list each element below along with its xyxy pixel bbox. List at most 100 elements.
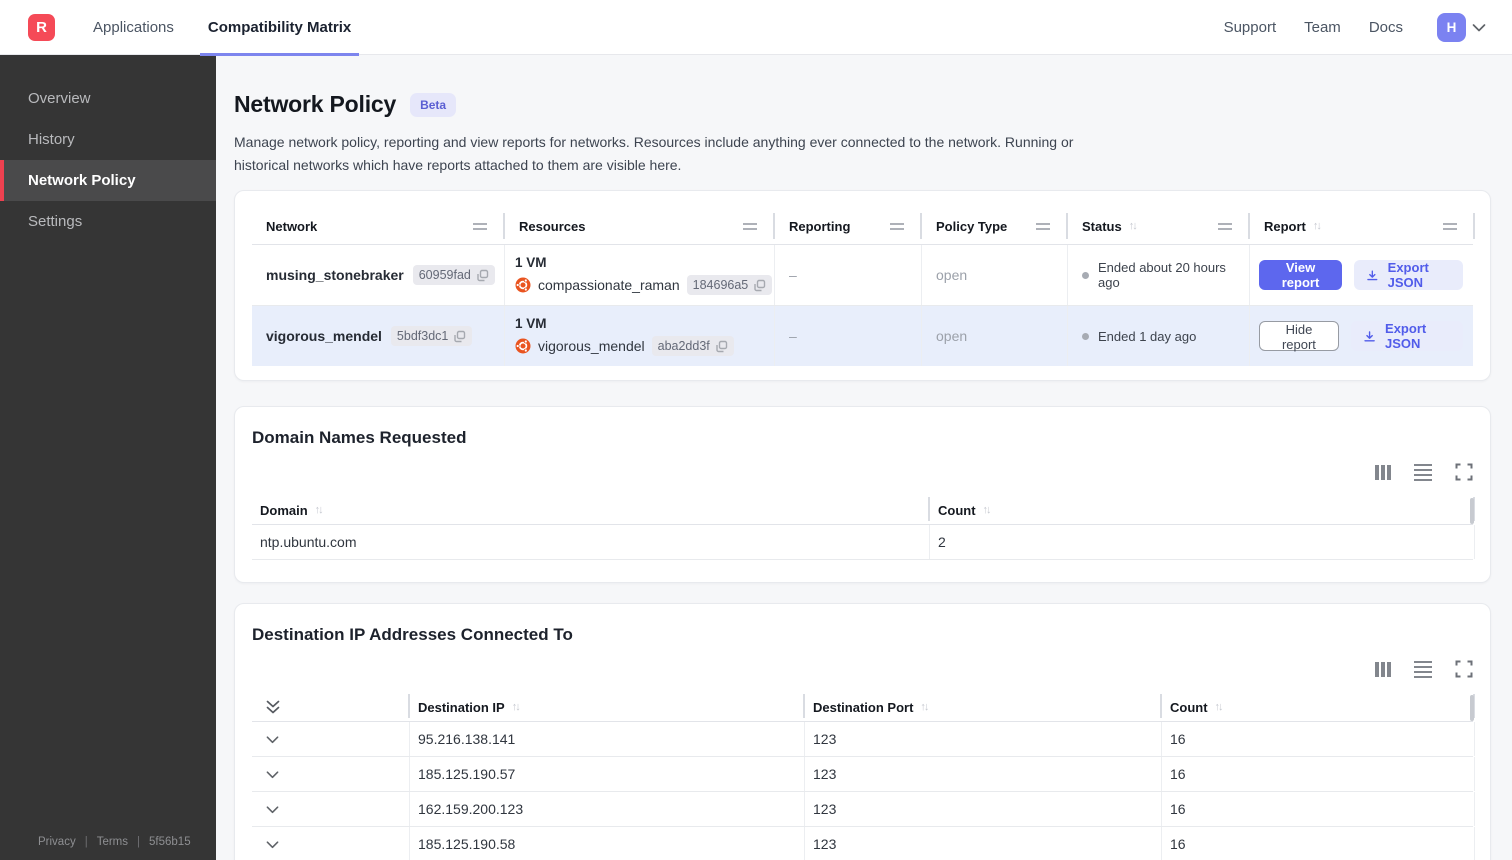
export-json-label: Export JSON <box>1385 321 1427 352</box>
table-scrollbar[interactable] <box>1470 498 1474 525</box>
column-resize-handle[interactable] <box>473 222 487 230</box>
app-logo[interactable]: R <box>28 13 55 41</box>
user-menu[interactable]: H <box>1437 12 1486 42</box>
docs-link[interactable]: Docs <box>1369 19 1403 36</box>
destination-ip-cell: 162.159.200.123 <box>410 792 805 827</box>
copy-icon[interactable] <box>715 340 728 353</box>
column-resize-handle[interactable] <box>890 222 904 230</box>
fullscreen-icon[interactable] <box>1455 463 1473 481</box>
expand-row-control[interactable] <box>252 722 410 757</box>
copy-icon[interactable] <box>753 279 766 292</box>
sort-icon[interactable]: ↑↓ <box>512 701 521 713</box>
team-link[interactable]: Team <box>1304 19 1341 36</box>
column-resize-handle[interactable] <box>1443 222 1457 230</box>
column-label: Report <box>1264 218 1306 234</box>
sort-icon[interactable]: ↑↓ <box>983 504 992 516</box>
hide-report-button[interactable]: Hide report <box>1259 321 1339 352</box>
column-header-resources[interactable]: Resources <box>505 208 775 244</box>
copy-icon[interactable] <box>453 330 466 343</box>
column-header-destination-ip[interactable]: Destination IP ↑↓ <box>410 693 805 721</box>
double-chevron-down-icon[interactable] <box>266 700 280 714</box>
column-resize-handle[interactable] <box>1218 222 1232 230</box>
network-hash-badge[interactable]: 5bdf3dc1 <box>390 326 473 347</box>
columns-icon[interactable] <box>1375 464 1391 480</box>
count-cell: 16 <box>1162 722 1475 757</box>
resource-hash-badge[interactable]: 184696a5 <box>686 275 773 296</box>
network-hash-badge[interactable]: 60959fad <box>412 265 495 286</box>
chevron-down-icon[interactable] <box>266 735 279 744</box>
policy-type-cell: open <box>922 245 1068 306</box>
avatar[interactable]: H <box>1437 12 1466 42</box>
network-name-cell: vigorous_mendel 5bdf3dc1 <box>252 306 505 367</box>
column-header-network[interactable]: Network <box>252 208 505 244</box>
column-header-destination-port[interactable]: Destination Port ↑↓ <box>805 693 1162 721</box>
count-cell: 2 <box>930 525 1475 560</box>
sidebar-item-network-policy[interactable]: Network Policy <box>0 160 216 201</box>
dest-row[interactable]: 185.125.190.58 123 16 <box>252 827 1475 860</box>
status-text: Ended 1 day ago <box>1098 328 1197 344</box>
destination-ip-cell: 95.216.138.141 <box>410 722 805 757</box>
sort-icon[interactable]: ↑↓ <box>1215 701 1224 713</box>
sidebar-item-history[interactable]: History <box>0 119 216 160</box>
dest-card-toolbar <box>252 659 1473 679</box>
sort-icon[interactable]: ↑↓ <box>315 504 324 516</box>
rows-icon[interactable] <box>1414 660 1432 679</box>
chevron-down-icon[interactable] <box>1472 23 1486 32</box>
copy-icon[interactable] <box>476 269 489 282</box>
column-header-policy-type[interactable]: Policy Type <box>922 208 1068 244</box>
dest-table: Destination IP ↑↓ Destination Port ↑↓ Co… <box>252 693 1475 860</box>
chevron-down-icon[interactable] <box>266 770 279 779</box>
sort-icon[interactable]: ↑↓ <box>1129 220 1138 232</box>
column-header-count[interactable]: Count ↑↓ <box>1162 693 1475 721</box>
export-json-button[interactable]: Export JSON <box>1350 321 1463 352</box>
sidebar-item-overview[interactable]: Overview <box>0 78 216 119</box>
ubuntu-icon <box>515 338 531 355</box>
reporting-cell: – <box>775 306 922 367</box>
support-link[interactable]: Support <box>1224 19 1277 36</box>
privacy-link[interactable]: Privacy <box>38 836 76 848</box>
resource-hash-badge[interactable]: aba2dd3f <box>651 336 734 357</box>
column-label: Status <box>1082 218 1122 234</box>
sidebar-item-settings[interactable]: Settings <box>0 201 216 242</box>
network-row-vigorous-mendel[interactable]: vigorous_mendel 5bdf3dc1 1 VM vigorous_m… <box>252 306 1473 367</box>
chevron-down-icon[interactable] <box>266 805 279 814</box>
sort-icon[interactable]: ↑↓ <box>1313 220 1322 232</box>
dest-row[interactable]: 162.159.200.123 123 16 <box>252 792 1475 828</box>
table-scrollbar[interactable] <box>1470 695 1474 722</box>
column-header-count[interactable]: Count ↑↓ <box>930 496 1475 524</box>
expand-row-control[interactable] <box>252 757 410 792</box>
expand-row-control[interactable] <box>252 792 410 827</box>
resource-name: compassionate_raman <box>538 277 680 294</box>
chevron-down-icon[interactable] <box>266 840 279 849</box>
dest-row[interactable]: 95.216.138.141 123 16 <box>252 722 1475 758</box>
build-hash: 5f56b15 <box>149 836 191 848</box>
view-report-button[interactable]: View report <box>1259 260 1343 291</box>
dest-row[interactable]: 185.125.190.57 123 16 <box>252 757 1475 793</box>
count-cell: 16 <box>1162 792 1475 827</box>
hash-text: 5bdf3dc1 <box>396 329 449 344</box>
export-json-button[interactable]: Export JSON <box>1354 260 1463 291</box>
domain-row[interactable]: ntp.ubuntu.com 2 <box>252 525 1475 561</box>
nav-tab-compatibility-matrix[interactable]: Compatibility Matrix <box>199 0 360 56</box>
column-resize-handle[interactable] <box>1036 222 1050 230</box>
column-header-reporting[interactable]: Reporting <box>775 208 922 244</box>
expand-all-rows-control[interactable] <box>252 693 410 721</box>
rows-icon[interactable] <box>1414 463 1432 482</box>
sort-icon[interactable]: ↑↓ <box>920 701 929 713</box>
column-header-domain[interactable]: Domain ↑↓ <box>252 496 930 524</box>
domain-cell: ntp.ubuntu.com <box>252 525 930 560</box>
policy-type-cell: open <box>922 306 1068 367</box>
destination-ip-cell: 185.125.190.58 <box>410 827 805 860</box>
terms-link[interactable]: Terms <box>97 836 128 848</box>
vm-count: 1 VM <box>515 316 547 332</box>
hash-text: 60959fad <box>418 268 471 283</box>
column-header-status[interactable]: Status ↑↓ <box>1068 208 1250 244</box>
column-resize-handle[interactable] <box>743 222 757 230</box>
columns-icon[interactable] <box>1375 661 1391 677</box>
sidebar-footer: Privacy | Terms | 5f56b15 <box>0 836 216 860</box>
column-header-report[interactable]: Report ↑↓ <box>1250 208 1475 244</box>
nav-tab-applications[interactable]: Applications <box>93 0 174 55</box>
expand-row-control[interactable] <box>252 827 410 860</box>
network-row-musing-stonebraker[interactable]: musing_stonebraker 60959fad 1 VM compass… <box>252 245 1473 307</box>
fullscreen-icon[interactable] <box>1455 660 1473 678</box>
